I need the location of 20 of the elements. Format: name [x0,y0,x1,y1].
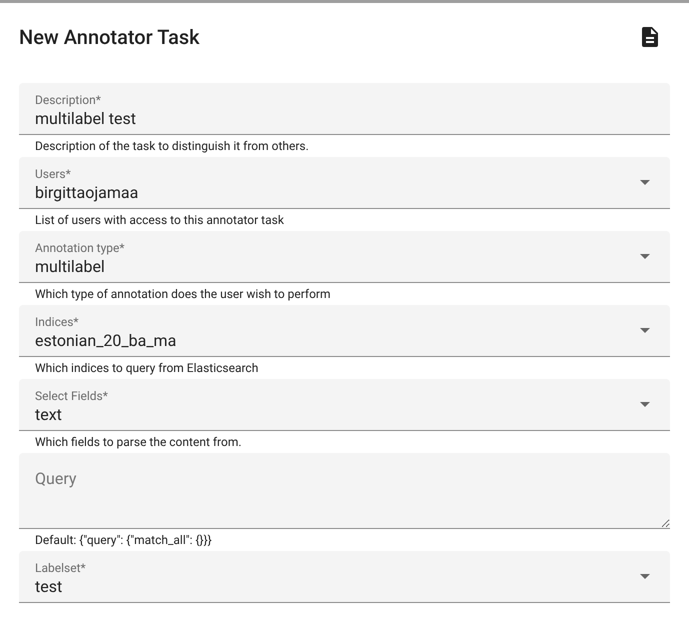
dropdown-caret-icon [640,180,650,185]
field-hint: List of users with access to this annotator task [34,212,285,229]
select-field[interactable]: Labelset* test [19,551,670,603]
dialog-title: New Annotator Task [19,25,200,49]
field-hint: Which type of annotation does the user wish to perform [34,286,332,303]
field-hint: Default: {"query": {"match_all": {}}} [34,532,213,549]
select-field[interactable]: Select Fields* text [19,379,670,431]
field-hint: Which fields to parse the content from. [34,434,243,451]
text-field[interactable]: Description* multilabel test [19,83,670,135]
dropdown-caret-icon [640,328,650,333]
select-field[interactable]: Users* birgittaojamaa [19,157,670,209]
dropdown-caret-icon [640,402,650,407]
field-hint: Which indices to query from Elasticsearch [34,360,260,377]
dropdown-caret-icon [640,254,650,259]
document-icon[interactable] [642,27,658,47]
dropdown-caret-icon [640,574,650,579]
query-field[interactable]: Query [19,453,670,529]
field-hint: Description of the task to distinguish it from others. [34,138,310,155]
select-field[interactable]: Annotation type* multilabel [19,231,670,283]
select-field[interactable]: Indices* estonian_20_ba_ma [19,305,670,357]
